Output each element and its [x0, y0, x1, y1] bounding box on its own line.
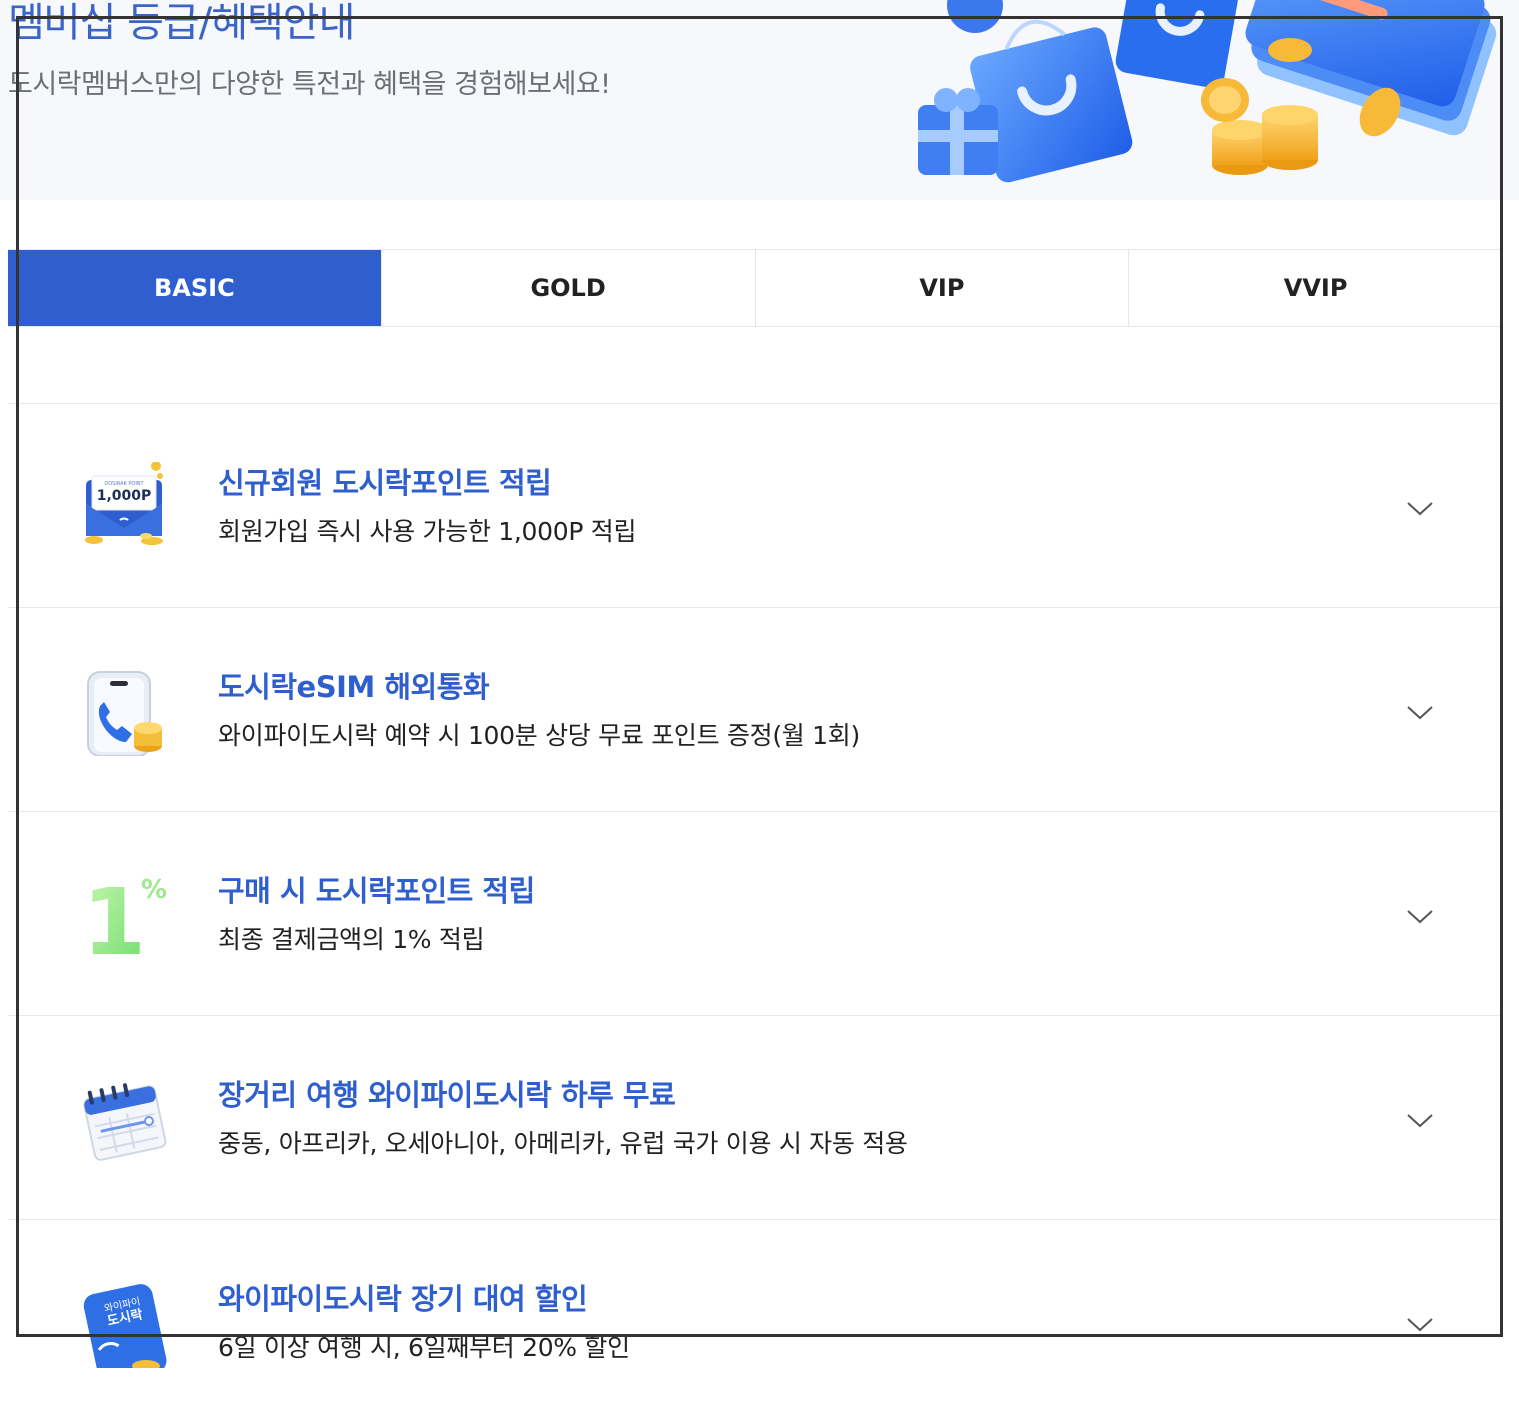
benefit-list: DOSIRAK POINT 1,000P 신규회원 도시락포인트 적립 회원가입… [8, 403, 1502, 1423]
tab-vip[interactable]: VIP [756, 250, 1130, 326]
phone-call-icon [87, 671, 162, 756]
envelope-caption: DOSIRAK POINT [104, 481, 144, 487]
benefit-desc: 와이파이도시락 예약 시 100분 상당 무료 포인트 증정(월 1회) [218, 721, 860, 750]
hero-illustration [918, 0, 1497, 183]
tab-gold[interactable]: GOLD [382, 250, 756, 326]
benefit-item-signup-points[interactable]: DOSIRAK POINT 1,000P 신규회원 도시락포인트 적립 회원가입… [8, 403, 1502, 607]
benefit-desc: 6일 이상 여행 시, 6일째부터 20% 할인 [218, 1333, 630, 1362]
chevron-down-icon[interactable] [1406, 1112, 1434, 1130]
benefit-item-esim-call[interactable]: 도시락eSIM 해외통화 와이파이도시락 예약 시 100분 상당 무료 포인트… [8, 607, 1502, 811]
benefit-item-purchase-points[interactable]: 1 % 구매 시 도시락포인트 적립 최종 결제금액의 1% 적립 [8, 811, 1502, 1015]
chevron-down-icon[interactable] [1406, 908, 1434, 926]
benefit-item-long-rental[interactable]: 와이파이 도시락 와이파이도시락 장기 대여 할인 6일 이상 여행 시, 6일… [8, 1219, 1502, 1423]
hero-banner: 멤버십 등급/혜택안내 도시락멤버스만의 다양한 특전과 혜택을 경험해보세요! [0, 0, 1519, 200]
one-percent-icon: 1 % [82, 870, 167, 960]
chevron-down-icon[interactable] [1406, 1316, 1434, 1334]
benefit-desc: 회원가입 즉시 사용 가능한 1,000P 적립 [218, 517, 637, 546]
grade-tabs: BASIC GOLD VIP VVIP [8, 249, 1502, 327]
chevron-down-icon[interactable] [1406, 704, 1434, 722]
page-title: 멤버십 등급/혜택안내 [8, 0, 355, 46]
benefit-title: 도시락eSIM 해외통화 [218, 670, 490, 704]
point-envelope-icon: DOSIRAK POINT 1,000P [85, 462, 163, 545]
one-digit: 1 [82, 870, 146, 960]
benefit-title: 구매 시 도시락포인트 적립 [218, 874, 535, 908]
percent-sign: % [141, 875, 167, 905]
benefit-desc: 최종 결제금액의 1% 적립 [218, 925, 485, 954]
benefit-desc: 중동, 아프리카, 오세아니아, 아메리카, 유럽 국가 이용 시 자동 적용 [218, 1129, 908, 1158]
page-subtitle: 도시락멤버스만의 다양한 특전과 혜택을 경험해보세요! [8, 69, 611, 100]
envelope-point-text: 1,000P [97, 488, 152, 504]
benefit-title: 장거리 여행 와이파이도시락 하루 무료 [218, 1078, 676, 1112]
benefit-item-long-distance[interactable]: 장거리 여행 와이파이도시락 하루 무료 중동, 아프리카, 오세아니아, 아메… [8, 1015, 1502, 1219]
tab-basic[interactable]: BASIC [8, 250, 382, 326]
benefit-title: 와이파이도시락 장기 대여 할인 [218, 1282, 588, 1316]
wifi-device-icon: 와이파이 도시락 [83, 1284, 167, 1368]
chevron-down-icon[interactable] [1406, 500, 1434, 518]
calendar-icon [83, 1083, 167, 1161]
benefit-title: 신규회원 도시락포인트 적립 [218, 466, 552, 500]
tab-vvip[interactable]: VVIP [1129, 250, 1502, 326]
